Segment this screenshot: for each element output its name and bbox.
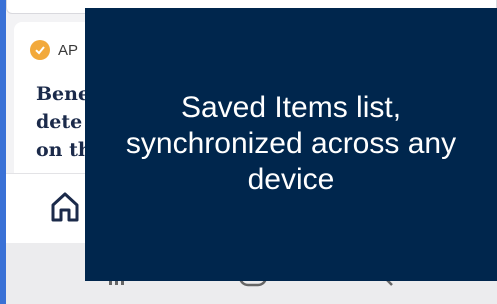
tooltip-text: Saved Items list, synchronized across an… — [125, 90, 457, 196]
feature-tooltip[interactable]: Saved Items list, synchronized across an… — [85, 8, 497, 281]
source-name: AP — [58, 41, 79, 59]
home-icon[interactable] — [48, 190, 82, 224]
verified-badge-icon — [30, 40, 50, 60]
article-source: AP — [30, 40, 78, 60]
